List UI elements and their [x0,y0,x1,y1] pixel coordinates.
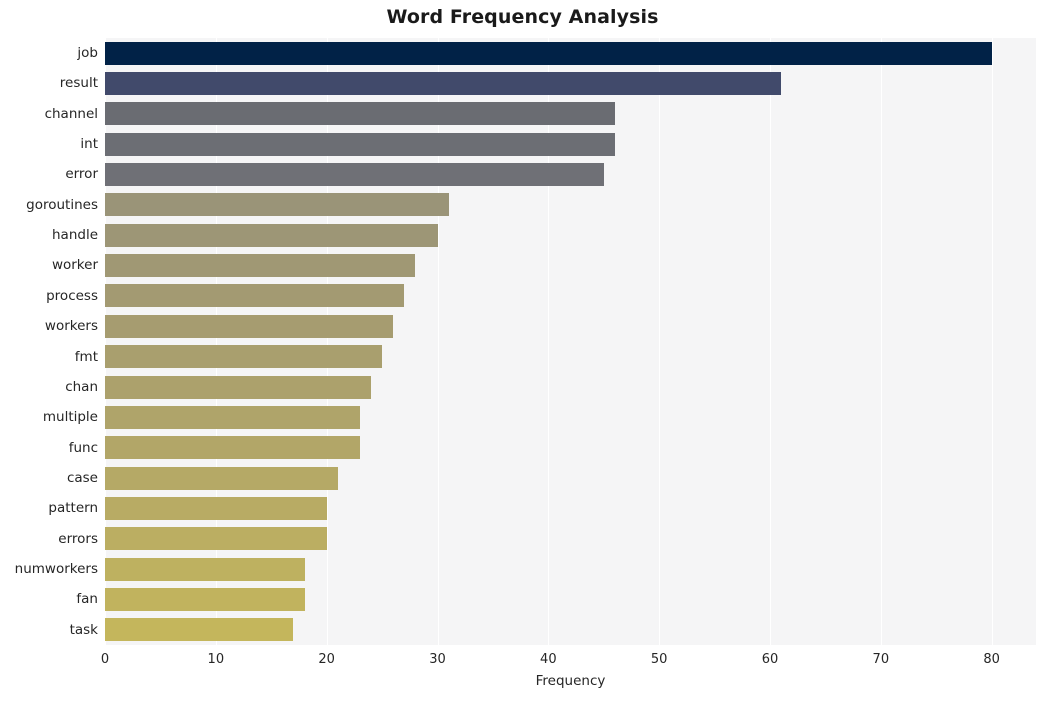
y-tick-label-int: int [80,136,98,153]
y-tick-label-channel: channel [44,105,98,122]
bar-row [105,220,1036,250]
x-tick-label-70: 70 [872,652,890,667]
bar-row [105,311,1036,341]
bar-case[interactable] [105,466,338,490]
bar-task[interactable] [105,618,294,642]
bar-errors[interactable] [105,527,327,551]
bar-workers[interactable] [105,314,394,338]
x-tick-label-20: 20 [318,652,335,667]
bars-layer [105,38,1036,645]
bar-row [105,190,1036,220]
y-tick-label-errors: errors [58,530,98,547]
bar-fan[interactable] [105,587,305,611]
bar-row [105,281,1036,311]
x-tick-label-0: 0 [100,652,110,667]
y-tick-label-numworkers: numworkers [14,560,98,577]
bar-channel[interactable] [105,102,615,126]
bar-row [105,250,1036,280]
y-tick-label-process: process [46,287,98,304]
y-tick-label-multiple: multiple [42,409,98,426]
bar-row [105,584,1036,614]
bar-numworkers[interactable] [105,557,305,581]
x-tick-label-30: 30 [429,652,446,667]
y-tick-label-fan: fan [76,591,98,608]
bar-row [105,433,1036,463]
bar-row [105,99,1036,129]
bar-row [105,402,1036,432]
x-tick-label-60: 60 [761,652,779,667]
bar-row [105,372,1036,402]
bar-row [105,38,1036,68]
bar-row [105,463,1036,493]
x-tick-label-10: 10 [207,652,225,667]
bar-func[interactable] [105,436,360,460]
bar-row [105,615,1036,645]
y-tick-label-case: case [66,469,98,486]
bar-multiple[interactable] [105,405,360,429]
bar-goroutines[interactable] [105,193,449,217]
y-tick-label-fmt: fmt [74,348,98,365]
bar-row [105,524,1036,554]
bar-process[interactable] [105,284,405,308]
bar-error[interactable] [105,163,604,187]
y-tick-label-job: job [77,45,98,61]
y-tick-label-error: error [65,166,98,183]
x-tick-label-40: 40 [540,652,557,667]
x-tick-label-50: 50 [650,652,668,667]
bar-job[interactable] [105,41,992,65]
bar-int[interactable] [105,132,615,156]
y-axis-tick-labels: job result channel int error goroutines handle… [0,38,98,645]
y-tick-label-chan: chan [65,378,98,395]
bar-row [105,129,1036,159]
x-tick-label-80: 80 [983,652,1000,667]
bar-row [105,493,1036,523]
bar-row [105,342,1036,372]
y-tick-label-pattern: pattern [48,500,98,517]
bar-row [105,554,1036,584]
bar-handle[interactable] [105,223,438,247]
y-tick-label-goroutines: goroutines [26,196,98,213]
bar-result[interactable] [105,72,782,96]
x-axis-tick-labels: 0 10 20 30 40 50 60 70 80 [101,645,1036,671]
plot-area [105,38,1036,645]
bar-chan[interactable] [105,375,371,399]
bar-worker[interactable] [105,254,416,278]
bar-fmt[interactable] [105,345,383,369]
chart-title: Word Frequency Analysis [386,6,659,28]
bar-row [105,68,1036,98]
x-axis-title: Frequency [535,673,606,689]
y-tick-label-handle: handle [51,227,98,244]
chart-figure: Word Frequency Analysis job result channel… [0,0,1045,701]
y-tick-label-task: task [69,621,98,638]
bar-pattern[interactable] [105,496,327,520]
y-tick-label-result: result [59,75,98,92]
y-tick-label-workers: workers [44,318,98,335]
bar-row [105,159,1036,189]
y-tick-label-worker: worker [51,257,98,274]
y-tick-label-func: func [68,439,98,456]
